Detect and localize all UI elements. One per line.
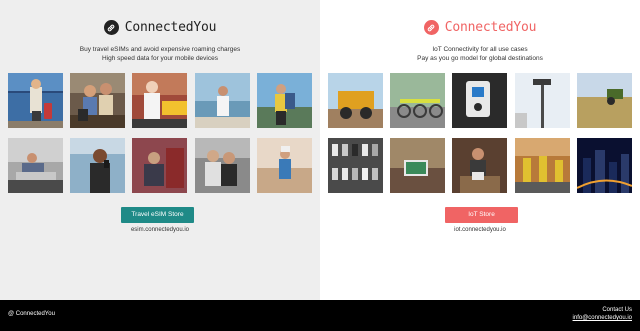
iot-panel: ConnectedYou IoT Connectivity for all us…	[320, 0, 640, 300]
copyright-text: @ ConnectedYou	[8, 311, 55, 317]
contact-block: Contact Us info@connectedyou.io	[573, 306, 632, 322]
tagline-line-2: Pay as you go model for global destinati…	[417, 55, 543, 62]
brand-name: ConnectedYou	[124, 20, 217, 35]
iot-store-button[interactable]: IoT Store	[445, 207, 518, 223]
photo-friends-with-phone	[195, 138, 250, 193]
travel-esim-panel: ConnectedYou Buy travel eSIMs and avoid …	[0, 0, 320, 300]
photo-factory-robots	[515, 138, 570, 193]
footer: @ ConnectedYou Contact Us info@connected…	[0, 300, 640, 331]
photo-woman-with-taxi	[132, 73, 187, 128]
travel-brand: ConnectedYou	[0, 20, 320, 35]
link-icon	[103, 20, 119, 35]
photo-traveler-with-suitcase	[8, 73, 63, 128]
photo-smart-streetlight	[515, 73, 570, 128]
brand-name: ConnectedYou	[444, 20, 537, 35]
tagline-line-1: Buy travel eSIMs and avoid expensive roa…	[79, 46, 241, 53]
photo-parking-lot-aerial	[328, 138, 383, 193]
photo-person-using-tablet	[390, 138, 445, 193]
photo-cashier-pos	[452, 138, 507, 193]
iot-domain-text: iot.connectedyou.io	[454, 227, 506, 233]
photo-couple-on-bench	[70, 73, 125, 128]
photo-city-night	[577, 138, 632, 193]
photo-woman-sightseeing	[257, 138, 312, 193]
link-icon	[423, 20, 439, 35]
photo-ev-charger	[452, 73, 507, 128]
contact-label: Contact Us	[602, 307, 632, 313]
photo-woman-airport-phone	[70, 138, 125, 193]
tagline-line-2: High speed data for your mobile devices	[102, 55, 218, 62]
photo-hiker-backpack	[257, 73, 312, 128]
photo-woman-seaside-phone	[195, 73, 250, 128]
travel-esim-store-button[interactable]: Travel eSIM Store	[121, 207, 194, 223]
iot-tagline: IoT Connectivity for all use cases Pay a…	[320, 45, 640, 63]
photo-mining-truck	[328, 73, 383, 128]
iot-brand: ConnectedYou	[320, 20, 640, 35]
travel-domain-text: esim.connectedyou.io	[130, 227, 190, 233]
photo-tractor-field	[577, 73, 632, 128]
iot-photo-grid	[320, 73, 640, 193]
contact-email-link[interactable]: info@connectedyou.io	[573, 315, 632, 321]
tagline-line-1: IoT Connectivity for all use cases	[432, 46, 528, 53]
photo-woman-laptop-lounge	[8, 138, 63, 193]
photo-man-on-train	[132, 138, 187, 193]
travel-tagline: Buy travel eSIMs and avoid expensive roa…	[0, 45, 320, 63]
photo-bike-sharing-station	[390, 73, 445, 128]
travel-photo-grid	[0, 73, 320, 193]
